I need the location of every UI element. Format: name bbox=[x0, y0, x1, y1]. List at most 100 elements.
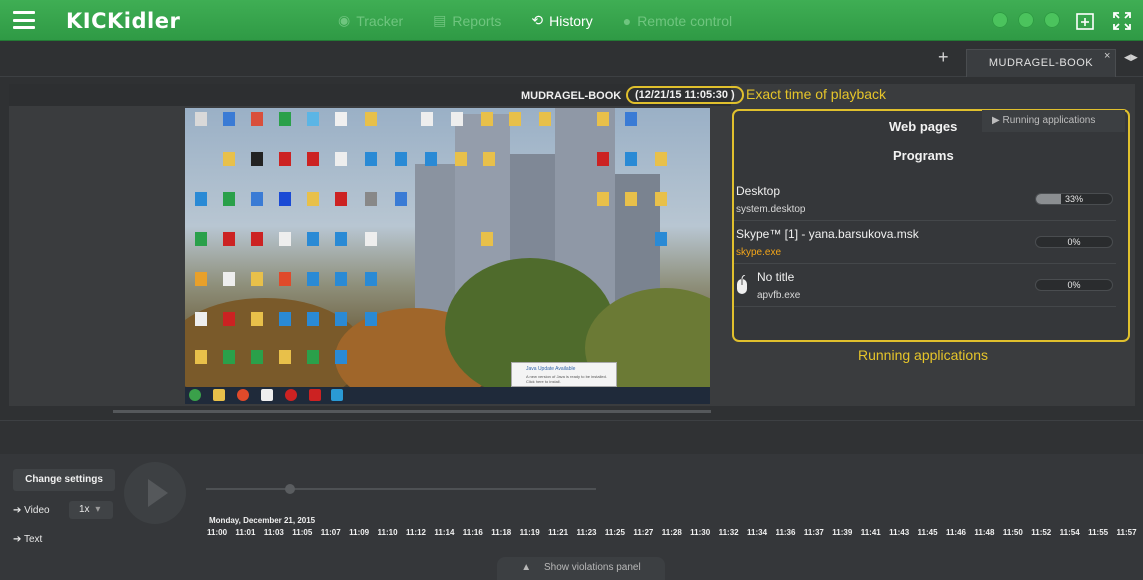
nav-history[interactable]: ⟲ History bbox=[531, 12, 592, 29]
desktop-icon[interactable] bbox=[455, 152, 467, 166]
java-update-notification[interactable]: Java Update Available A new version of J… bbox=[511, 362, 617, 387]
desktop-icon[interactable] bbox=[655, 152, 667, 166]
desktop-icon[interactable] bbox=[195, 272, 207, 286]
timeline-time-label[interactable]: 11:37 bbox=[804, 528, 824, 537]
desktop-icon[interactable] bbox=[307, 152, 319, 166]
timeline-time-label[interactable]: 11:10 bbox=[378, 528, 398, 537]
timeline-time-label[interactable]: 11:05 bbox=[292, 528, 312, 537]
desktop-icon[interactable] bbox=[307, 312, 319, 326]
desktop-icon[interactable] bbox=[251, 312, 263, 326]
desktop-icon[interactable] bbox=[195, 350, 207, 364]
desktop-icon[interactable] bbox=[625, 192, 637, 206]
desktop-icon[interactable] bbox=[195, 192, 207, 206]
desktop-icon[interactable] bbox=[365, 112, 377, 126]
desktop-icon[interactable] bbox=[251, 272, 263, 286]
timeline-time-label[interactable]: 11:48 bbox=[974, 528, 994, 537]
desktop-icon[interactable] bbox=[335, 350, 347, 364]
screenshot-scrollbar[interactable] bbox=[113, 410, 711, 413]
desktop-icon[interactable] bbox=[251, 192, 263, 206]
timeline-time-label[interactable]: 11:21 bbox=[548, 528, 568, 537]
desktop-icon[interactable] bbox=[307, 272, 319, 286]
menu-icon[interactable] bbox=[13, 11, 35, 29]
desktop-icon[interactable] bbox=[421, 112, 433, 126]
timeline-time-label[interactable]: 11:45 bbox=[918, 528, 938, 537]
timeline-time-label[interactable]: 11:39 bbox=[832, 528, 852, 537]
desktop-icon[interactable] bbox=[335, 232, 347, 246]
timeline-time-label[interactable]: 11:23 bbox=[576, 528, 596, 537]
desktop-icon[interactable] bbox=[307, 192, 319, 206]
desktop-icon[interactable] bbox=[279, 350, 291, 364]
explorer-icon[interactable] bbox=[213, 389, 225, 401]
desktop-icon[interactable] bbox=[597, 112, 609, 126]
desktop-icon[interactable] bbox=[481, 112, 493, 126]
tab-device[interactable]: MUDRAGEL-BOOK bbox=[966, 49, 1116, 77]
desktop-icon[interactable] bbox=[481, 232, 493, 246]
text-option[interactable]: ➔ Text bbox=[13, 534, 42, 545]
timeline-time-label[interactable]: 11:43 bbox=[889, 528, 909, 537]
timeline-time-label[interactable]: 11:01 bbox=[235, 528, 255, 537]
timeline-time-label[interactable]: 11:50 bbox=[1003, 528, 1023, 537]
desktop-icon[interactable] bbox=[509, 112, 521, 126]
nav-tracker[interactable]: ◉ Tracker bbox=[338, 12, 403, 29]
desktop-icon[interactable] bbox=[195, 232, 207, 246]
timeline-time-label[interactable]: 11:57 bbox=[1117, 528, 1137, 537]
desktop-icon[interactable] bbox=[223, 192, 235, 206]
timeline-time-label[interactable]: 11:12 bbox=[406, 528, 426, 537]
timeline-time-label[interactable]: 11:46 bbox=[946, 528, 966, 537]
timeline-time-label[interactable]: 11:36 bbox=[775, 528, 795, 537]
desktop-icon[interactable] bbox=[307, 350, 319, 364]
desktop-icon[interactable] bbox=[655, 192, 667, 206]
desktop-icon[interactable] bbox=[195, 112, 207, 126]
desktop-icon[interactable] bbox=[597, 152, 609, 166]
desktop-icon[interactable] bbox=[483, 152, 495, 166]
desktop-icon[interactable] bbox=[223, 112, 235, 126]
timeline-time-label[interactable]: 11:25 bbox=[605, 528, 625, 537]
desktop-icon[interactable] bbox=[655, 232, 667, 246]
timeline-time-label[interactable]: 11:41 bbox=[861, 528, 881, 537]
desktop-icon[interactable] bbox=[365, 272, 377, 286]
desktop-icon[interactable] bbox=[539, 112, 551, 126]
taskbar-app-icon[interactable] bbox=[261, 389, 273, 401]
desktop-icon[interactable] bbox=[307, 112, 319, 126]
desktop-icon[interactable] bbox=[279, 312, 291, 326]
running-applications-tab[interactable]: ▶ Running applications bbox=[982, 110, 1125, 132]
desktop-icon[interactable] bbox=[279, 232, 291, 246]
desktop-icon[interactable] bbox=[223, 152, 235, 166]
timeline-time-label[interactable]: 11:52 bbox=[1031, 528, 1051, 537]
desktop-icon[interactable] bbox=[223, 272, 235, 286]
desktop-icon[interactable] bbox=[251, 152, 263, 166]
change-settings-button[interactable]: Change settings bbox=[13, 469, 115, 491]
desktop-icon[interactable] bbox=[279, 272, 291, 286]
speed-select[interactable]: 1x ▾ bbox=[69, 501, 113, 519]
start-button-icon[interactable] bbox=[189, 389, 201, 401]
desktop-icon[interactable] bbox=[195, 312, 207, 326]
yandex-icon[interactable] bbox=[285, 389, 297, 401]
timeline-time-label[interactable]: 11:03 bbox=[264, 528, 284, 537]
nav-remote-control[interactable]: ● Remote control bbox=[623, 13, 732, 29]
desktop-icon[interactable] bbox=[597, 192, 609, 206]
desktop-icon[interactable] bbox=[425, 152, 437, 166]
desktop-icon[interactable] bbox=[451, 112, 463, 126]
desktop-icon[interactable] bbox=[625, 152, 637, 166]
desktop-icon[interactable] bbox=[335, 152, 347, 166]
chrome-icon[interactable] bbox=[237, 389, 249, 401]
desktop-icon[interactable] bbox=[365, 152, 377, 166]
web-pages-heading[interactable]: Web pages bbox=[889, 119, 957, 134]
desktop-icon[interactable] bbox=[223, 350, 235, 364]
video-option[interactable]: ➔ Video bbox=[13, 505, 50, 516]
timeline-time-label[interactable]: 11:28 bbox=[662, 528, 682, 537]
desktop-icon[interactable] bbox=[251, 350, 263, 364]
timeline-time-label[interactable]: 11:19 bbox=[520, 528, 540, 537]
desktop-icon[interactable] bbox=[307, 232, 319, 246]
timeline-time-label[interactable]: 11:34 bbox=[747, 528, 767, 537]
desktop-icon[interactable] bbox=[395, 192, 407, 206]
nav-reports[interactable]: ▤ Reports bbox=[433, 12, 501, 29]
timeline-time-label[interactable]: 11:32 bbox=[719, 528, 739, 537]
desktop-icon[interactable] bbox=[223, 312, 235, 326]
desktop-icon[interactable] bbox=[395, 152, 407, 166]
desktop-screenshot[interactable]: Java Update Available A new version of J… bbox=[185, 108, 710, 404]
desktop-icon[interactable] bbox=[279, 152, 291, 166]
show-violations-button[interactable]: ▲ Show violations panel bbox=[497, 557, 665, 580]
tab-scroll-arrows-icon[interactable]: ◀▶ bbox=[1124, 52, 1138, 63]
timeline-time-label[interactable]: 11:09 bbox=[349, 528, 369, 537]
